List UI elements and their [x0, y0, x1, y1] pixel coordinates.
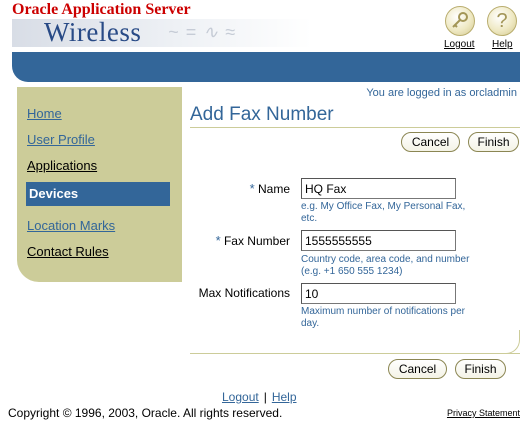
- side-navigation: Home User Profile Applications Devices L…: [17, 87, 182, 282]
- logout-link[interactable]: Logout: [444, 39, 475, 50]
- title-divider: [190, 127, 520, 128]
- name-label-text: Name: [257, 182, 290, 196]
- brand-decoration: ~ = ∿ ≈: [168, 22, 236, 42]
- max-notifications-input[interactable]: [301, 283, 456, 304]
- key-icon-graphic: [452, 12, 468, 28]
- footer-links: Logout | Help: [222, 390, 297, 404]
- fax-number-hint: Country code, area code, and number (e.g…: [301, 254, 470, 277]
- content-corner-decoration: [500, 330, 520, 354]
- name-label: * Name: [250, 181, 290, 196]
- name-hint: e.g. My Office Fax, My Personal Fax, etc…: [301, 201, 466, 224]
- help-icon[interactable]: ?: [487, 6, 517, 36]
- required-marker: *: [249, 181, 255, 196]
- page-title: Add Fax Number: [190, 104, 334, 125]
- sidebar-item-devices[interactable]: Devices: [26, 182, 170, 206]
- top-navigation-bar: [12, 52, 520, 82]
- cancel-button-bottom[interactable]: Cancel: [388, 359, 447, 379]
- privacy-statement-link[interactable]: Privacy Statement: [447, 408, 520, 418]
- name-input[interactable]: [301, 178, 456, 199]
- sidebar-item-contact-rules[interactable]: Contact Rules: [27, 244, 109, 259]
- fax-number-label: * Fax Number: [216, 233, 290, 248]
- key-icon[interactable]: [445, 6, 475, 36]
- sidebar-item-home[interactable]: Home: [27, 106, 62, 121]
- finish-button-top[interactable]: Finish: [468, 132, 519, 152]
- brand-product-title: Wireless: [44, 17, 142, 47]
- logged-in-user-info: You are logged in as orcladmin: [366, 87, 517, 99]
- sidebar-item-applications[interactable]: Applications: [27, 158, 97, 173]
- footer-logout-link[interactable]: Logout: [222, 390, 259, 404]
- bottom-divider: [190, 353, 520, 354]
- sidebar-item-user-profile[interactable]: User Profile: [27, 132, 95, 147]
- fax-number-input[interactable]: [301, 230, 456, 251]
- max-notifications-label: Max Notifications: [198, 286, 290, 300]
- footer-separator: |: [263, 390, 267, 404]
- help-link[interactable]: Help: [492, 39, 513, 50]
- footer-help-link[interactable]: Help: [272, 390, 297, 404]
- cancel-button-top[interactable]: Cancel: [401, 132, 460, 152]
- copyright-notice: Copyright © 1996, 2003, Oracle. All righ…: [8, 406, 283, 420]
- max-notifications-hint: Maximum number of notifications per day.: [301, 306, 465, 329]
- sidebar-item-location-marks[interactable]: Location Marks: [27, 218, 115, 233]
- required-marker: *: [215, 233, 221, 248]
- fax-number-label-text: Fax Number: [223, 234, 290, 248]
- finish-button-bottom[interactable]: Finish: [455, 359, 506, 379]
